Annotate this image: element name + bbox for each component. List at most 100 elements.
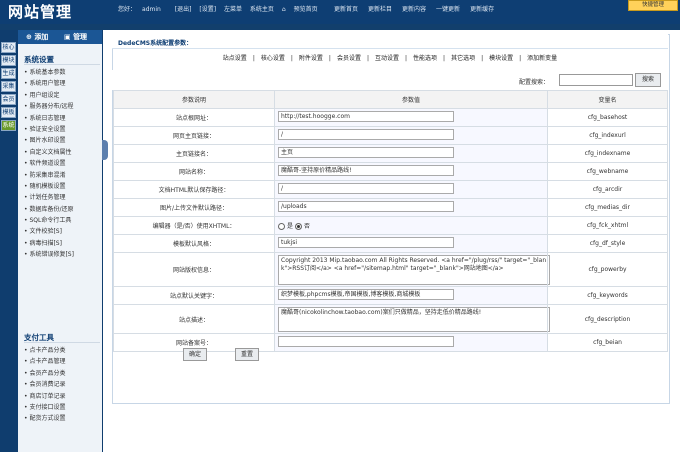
menu-item[interactable]: • 点卡产品分类 — [24, 345, 102, 356]
reset-button[interactable]: 重置 — [235, 348, 259, 361]
radio-no[interactable] — [294, 223, 302, 230]
payment-menu: • 点卡产品分类 • 点卡产品管理 • 会员产品分类 • 会员消费记录 • 商店订单记录… — [24, 345, 102, 425]
ok-button[interactable]: 确定 — [183, 348, 207, 361]
param-input[interactable]: / — [278, 129, 454, 140]
left-menu-link[interactable]: 左菜单 — [224, 6, 242, 13]
radio-yes[interactable] — [278, 223, 285, 230]
config-tab[interactable]: 互动设置 — [375, 55, 399, 62]
side-tab[interactable]: 模板 — [1, 107, 16, 118]
param-textarea[interactable]: 魔酷哥(nicokolinchow.taobao.com)案们只做精品，坚持走低… — [278, 306, 550, 332]
menu-item[interactable]: • 系统基本参数 — [24, 67, 102, 78]
param-value-cell: 魔酷哥(nicokolinchow.taobao.com)案们只做精品，坚持走低… — [274, 304, 550, 334]
param-input[interactable] — [278, 336, 454, 347]
logout-link[interactable]: [退出] — [175, 6, 192, 13]
param-input[interactable]: http://test.hoogge.com — [278, 111, 454, 122]
menu-item[interactable]: • 会员产品分类 — [24, 368, 102, 379]
side-tab[interactable]: 模块 — [1, 55, 16, 66]
menu-item[interactable]: • 计划任务管理 — [24, 192, 102, 203]
menu-item[interactable]: • SQL命令行工具 — [24, 215, 102, 226]
param-textarea[interactable]: Copyright 2013 Mip.taobao.com All Rights… — [278, 254, 550, 285]
menu-item[interactable]: • 图片水印设置 — [24, 135, 102, 146]
menu-item[interactable]: • 用户组设定 — [24, 90, 102, 101]
config-tab[interactable]: 模块设置 — [489, 55, 513, 62]
plus-icon: ⊕ — [26, 33, 32, 41]
config-tab[interactable]: 其它选项 — [451, 55, 475, 62]
table-row: 编辑器（是/否）使用XHTML：是 否 cfg_fck_xhtml — [113, 216, 668, 235]
param-input[interactable]: 织梦模板,phpcms模板,帝国模板,博客模板,商城模板 — [278, 289, 454, 300]
table-row: 文档HTML默认保存路径： / cfg_arcdir — [113, 180, 668, 199]
param-input[interactable]: 主页 — [278, 147, 454, 158]
menu-item[interactable]: • 随机模板设置 — [24, 181, 102, 192]
divider — [24, 342, 100, 343]
param-label: 图片/上传文件默认路径： — [113, 198, 275, 217]
param-label: 站点描述： — [113, 304, 275, 334]
collapse-handle[interactable] — [102, 140, 108, 160]
table-row: 站点根网址： http://test.hoogge.com cfg_basehost — [113, 108, 668, 127]
param-input[interactable]: /uploads — [278, 201, 454, 212]
menu-item[interactable]: • 会员消费记录 — [24, 379, 102, 390]
table-row: 网页主页链接： / cfg_indexurl — [113, 126, 668, 145]
menu-item[interactable]: • 自定义文档属性 — [24, 147, 102, 158]
topnav-item[interactable]: 更新首页 — [334, 6, 358, 13]
menu-item[interactable]: • 验证安全设置 — [24, 124, 102, 135]
greeting: 您好： admin — [118, 6, 161, 13]
side-tab[interactable]: 采集 — [1, 81, 16, 92]
menu-item[interactable]: • 数据库备份/还原 — [24, 204, 102, 215]
side-tab[interactable]: 会员 — [1, 94, 16, 105]
menu-item[interactable]: • 系统错误修复[S] — [24, 249, 102, 260]
config-tab[interactable]: 添加新变量 — [527, 55, 557, 62]
manage-button[interactable]: ▣ 管理 — [64, 32, 87, 42]
menu-item[interactable]: • 商店订单记录 — [24, 391, 102, 402]
param-label: 站点根网址： — [113, 108, 275, 127]
param-input[interactable]: 魔酷哥-坚持原价精品路线! — [278, 165, 454, 176]
param-value-cell: / — [274, 126, 548, 145]
config-tab[interactable]: 附件设置 — [299, 55, 323, 62]
topnav-item[interactable]: 更新内容 — [402, 6, 426, 13]
config-tab[interactable]: 会员设置 — [337, 55, 361, 62]
menu-item[interactable]: • 病毒扫描[S] — [24, 238, 102, 249]
config-tab[interactable]: 核心设置 — [261, 55, 285, 62]
menu-item[interactable]: • 点卡产品管理 — [24, 356, 102, 367]
param-label: 网站版权信息： — [113, 252, 275, 287]
menu-item[interactable]: • 支付接口设置 — [24, 402, 102, 413]
topnav-item[interactable]: 更新栏目 — [368, 6, 392, 13]
menu-item[interactable]: • 软件频道设置 — [24, 158, 102, 169]
param-value-cell: 魔酷哥-坚持原价精品路线! — [274, 162, 548, 181]
column-header: 变量名 — [547, 90, 668, 109]
menu-item[interactable]: • 服务器分布/远程 — [24, 101, 102, 112]
menu-item[interactable]: • 文件校验[S] — [24, 226, 102, 237]
config-title-bar: DedeCMS系统配置参数： — [112, 34, 668, 49]
site-home-link[interactable]: 系统主页 — [250, 6, 274, 13]
topnav-item[interactable]: 一键更新 — [436, 6, 460, 13]
param-label: 网站名称： — [113, 162, 275, 181]
search-button[interactable]: 搜索 — [635, 73, 661, 87]
side-tab[interactable]: 核心 — [1, 42, 16, 53]
param-label: 网页主页链接： — [113, 126, 275, 145]
side-tab[interactable]: 系统 — [1, 120, 16, 131]
topnav-item[interactable]: 更新缓存 — [470, 6, 494, 13]
menu-item[interactable]: • 配货方式设置 — [24, 413, 102, 424]
param-label: 主页链接名： — [113, 144, 275, 163]
param-input[interactable]: / — [278, 183, 454, 194]
search-input[interactable] — [559, 74, 633, 86]
quick-menu-button[interactable]: 快捷管理 — [628, 0, 678, 11]
param-input[interactable]: tukjsi — [278, 237, 454, 248]
side-tab[interactable]: 生成 — [1, 68, 16, 79]
param-value-cell: /uploads — [274, 198, 548, 217]
search-label: 配置搜索： — [519, 79, 550, 86]
config-table: 参数说明 参数值 变量名 站点根网址： http://test.hoogge.co… — [113, 90, 668, 352]
config-tabs: 站点设置 | 核心设置 | 附件设置 | 会员设置 | 互动设置 | 性能选项 | 其它选项 | 模块设置 |… — [112, 53, 668, 63]
menu-item[interactable]: • 防采集串混淆 — [24, 170, 102, 181]
preview-link[interactable]: ⌂ 预览首页 — [282, 6, 324, 13]
tab-separator: | — [443, 55, 446, 62]
menu-item[interactable]: • 系统用户管理 — [24, 78, 102, 89]
add-button[interactable]: ⊕ 添加 — [26, 32, 48, 42]
config-tab[interactable]: 性能选项 — [413, 55, 437, 62]
config-title: DedeCMS系统配置参数： — [118, 40, 193, 47]
param-var-name: cfg_keywords — [547, 286, 668, 305]
menu-item[interactable]: • 系统日志管理 — [24, 113, 102, 124]
param-var-name: cfg_powerby — [547, 252, 668, 287]
manage-icon: ▣ — [64, 33, 71, 41]
config-tab[interactable]: 站点设置 — [223, 55, 247, 62]
settings-link[interactable]: [设置] — [199, 6, 216, 13]
